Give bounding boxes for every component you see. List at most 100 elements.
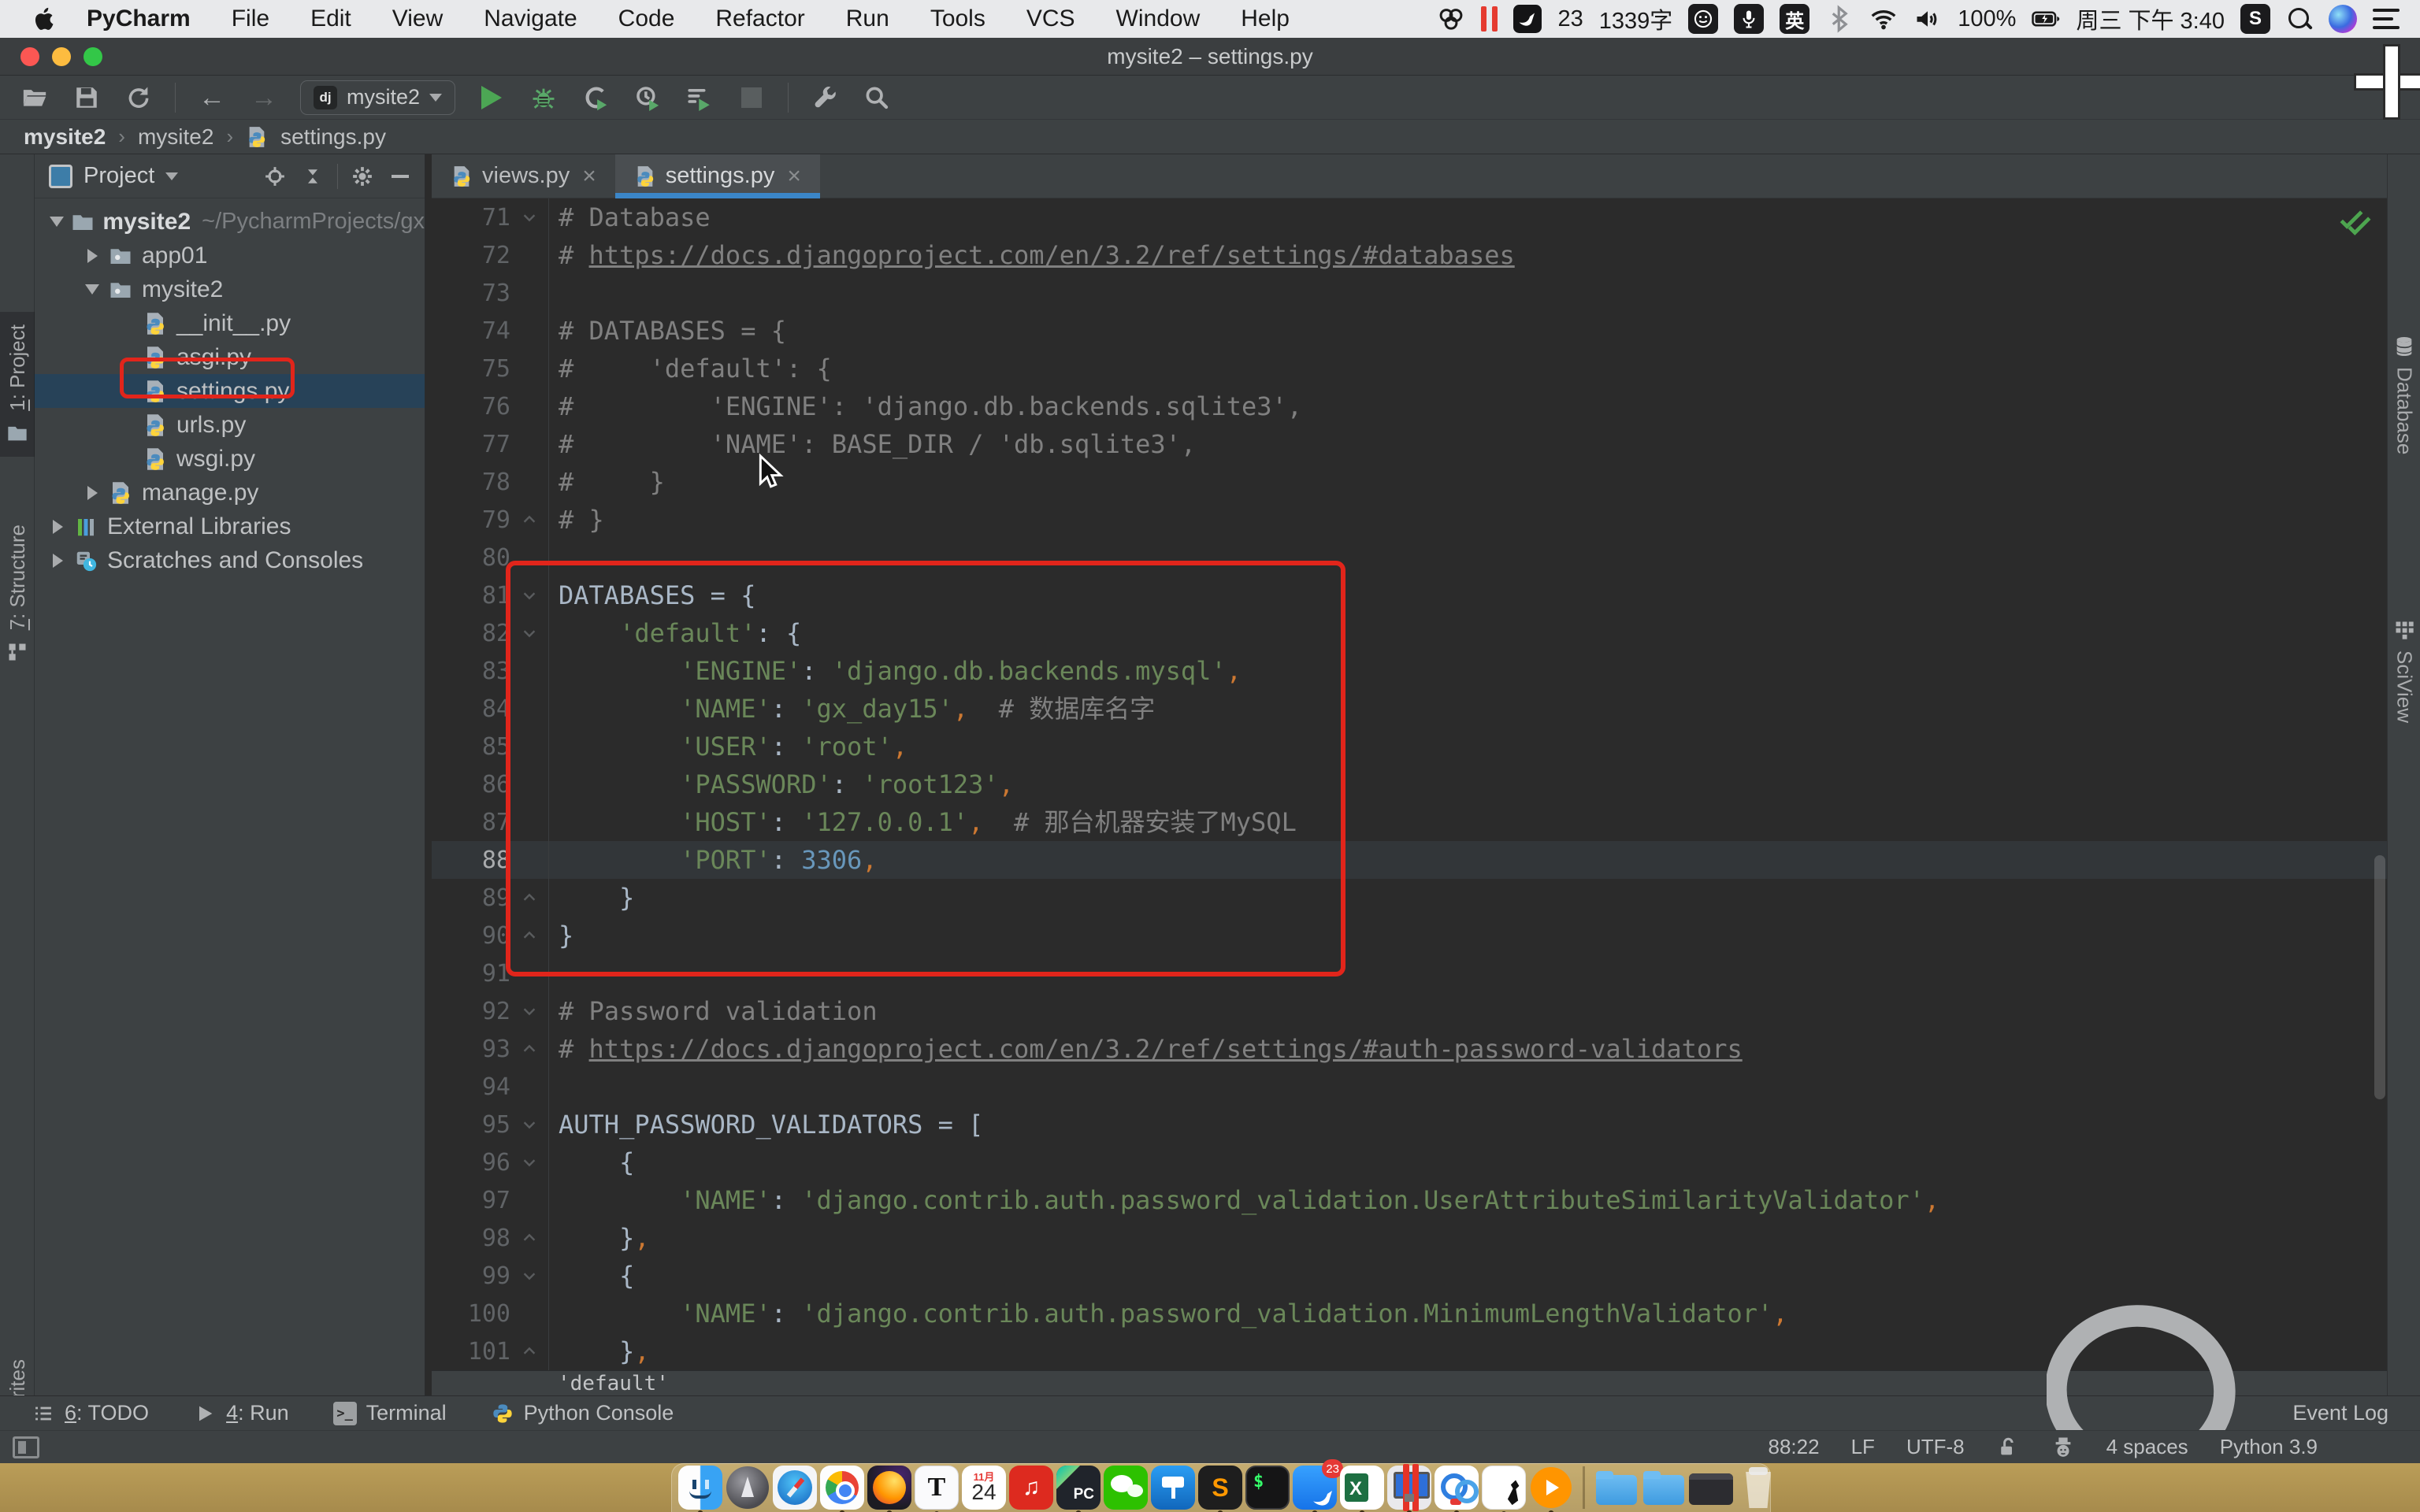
sync-button[interactable] <box>123 82 154 113</box>
tree-item-app01[interactable]: app01 <box>35 239 425 272</box>
chevron-expanded-icon[interactable] <box>46 217 67 227</box>
fold-marker-icon[interactable] <box>510 1154 548 1171</box>
tree-item-wsgi-py[interactable]: wsgi.py <box>35 442 425 476</box>
tool-tab-sciview[interactable]: SciView <box>2388 619 2420 723</box>
pause-icon[interactable] <box>1481 6 1498 32</box>
todo-toolwindow-button[interactable]: 6: TODO <box>32 1401 149 1425</box>
chevron-collapsed-icon[interactable] <box>46 520 69 534</box>
menu-window[interactable]: Window <box>1096 6 1221 32</box>
code-line-98[interactable]: 98 }, <box>432 1219 2387 1257</box>
dock-netease-music[interactable]: ♫ <box>1009 1466 1053 1510</box>
tab-views-py[interactable]: views.py× <box>432 154 615 198</box>
dock-calendar[interactable]: 11月24 <box>962 1466 1006 1510</box>
run-toolwindow-button[interactable]: 4: Run <box>193 1401 289 1425</box>
indent-setting[interactable]: 4 spaces <box>2106 1435 2188 1459</box>
minus-icon[interactable] <box>387 163 414 190</box>
fold-marker-icon[interactable] <box>510 1002 548 1020</box>
chevron-collapsed-icon[interactable] <box>80 249 104 263</box>
dock-chrome[interactable] <box>820 1466 864 1510</box>
fold-marker-icon[interactable] <box>510 1116 548 1133</box>
code-line-92[interactable]: 92# Password validation <box>432 992 2387 1030</box>
tree-item-mysite2[interactable]: mysite2~/PycharmProjects/gx <box>35 205 425 239</box>
menu-help[interactable]: Help <box>1220 6 1310 32</box>
locate-icon[interactable] <box>262 163 288 190</box>
tab-settings-py[interactable]: settings.py× <box>615 154 820 198</box>
code-line-74[interactable]: 74# DATABASES = { <box>432 312 2387 350</box>
wrench-button[interactable] <box>809 82 841 113</box>
chevron-collapsed-icon[interactable] <box>80 486 104 500</box>
dock-keynote[interactable] <box>1151 1466 1195 1510</box>
window-title-bar[interactable]: mysite2 – settings.py <box>0 38 2420 76</box>
menu-vcs[interactable]: VCS <box>1006 6 1096 32</box>
tool-tab-structure[interactable]: 7: Structure <box>0 524 35 663</box>
dock-sublime-text[interactable]: S <box>1198 1466 1242 1510</box>
search-everywhere-button[interactable] <box>861 82 893 113</box>
run-config-selector[interactable]: djmysite2 <box>300 80 455 115</box>
dock-typora[interactable]: T <box>915 1466 959 1510</box>
menu-lines-icon[interactable] <box>2373 9 2400 29</box>
volume-icon[interactable] <box>1913 5 1942 33</box>
collapse-icon[interactable] <box>299 163 326 190</box>
rerun-button[interactable] <box>684 82 715 113</box>
siri-icon[interactable] <box>2329 5 2357 33</box>
tree-item-external-libraries[interactable]: External Libraries <box>35 510 425 543</box>
code-line-73[interactable]: 73 <box>432 274 2387 312</box>
dock-finder[interactable] <box>678 1466 722 1510</box>
close-tab-icon[interactable]: × <box>582 163 596 190</box>
shottr-icon[interactable]: S <box>2240 4 2270 34</box>
editor-scrollbar[interactable] <box>2374 855 2385 1099</box>
dock-parallels-desktop[interactable] <box>1387 1466 1431 1510</box>
code-line-78[interactable]: 78# } <box>432 463 2387 501</box>
back-button[interactable]: ← <box>196 82 228 113</box>
fold-marker-icon[interactable] <box>510 1267 548 1284</box>
spotlight-icon[interactable] <box>2286 6 2313 32</box>
dock-excel[interactable]: X <box>1340 1466 1384 1510</box>
dock-pycharm[interactable]: PC <box>1056 1466 1101 1510</box>
tree-item-mysite2[interactable]: mysite2 <box>35 272 425 306</box>
dock-launchpad[interactable] <box>726 1466 770 1510</box>
unlock-icon[interactable] <box>1996 1436 2020 1459</box>
code-line-94[interactable]: 94 <box>432 1068 2387 1106</box>
tree-item--init-py[interactable]: __init__.py <box>35 306 425 340</box>
file-encoding[interactable]: UTF-8 <box>1906 1435 1965 1459</box>
run-button[interactable] <box>476 82 507 113</box>
dock-dingtalk[interactable]: 23 <box>1293 1466 1337 1510</box>
dock-trash[interactable] <box>1736 1466 1780 1510</box>
open-button[interactable] <box>19 82 50 113</box>
stop-button[interactable] <box>736 82 767 113</box>
tree-item-scratches-and-consoles[interactable]: Scratches and Consoles <box>35 543 425 577</box>
dock-terminal-app[interactable]: $ <box>1245 1466 1290 1510</box>
python-interpreter[interactable]: Python 3.9 <box>2220 1435 2318 1459</box>
fold-marker-icon[interactable] <box>510 511 548 528</box>
fold-marker-icon[interactable] <box>510 1229 548 1247</box>
debug-button[interactable] <box>528 82 559 113</box>
code-line-97[interactable]: 97 'NAME': 'django.contrib.auth.password… <box>432 1181 2387 1219</box>
chevron-expanded-icon[interactable] <box>80 284 104 295</box>
forward-button[interactable]: → <box>248 82 280 113</box>
bird-app-icon[interactable] <box>1513 5 1542 33</box>
code-line-95[interactable]: 95AUTH_PASSWORD_VALIDATORS = [ <box>432 1106 2387 1143</box>
code-line-79[interactable]: 79# } <box>432 501 2387 539</box>
menu-tools[interactable]: Tools <box>910 6 1006 32</box>
fold-marker-icon[interactable] <box>510 209 548 226</box>
menu-code[interactable]: Code <box>598 6 696 32</box>
close-tab-icon[interactable]: × <box>787 163 801 190</box>
code-line-72[interactable]: 72# https://docs.djangoproject.com/en/3.… <box>432 236 2387 274</box>
chevron-collapsed-icon[interactable] <box>46 554 69 568</box>
tool-tab-database[interactable]: Database <box>2388 335 2420 454</box>
menu-view[interactable]: View <box>372 6 463 32</box>
fold-marker-icon[interactable] <box>510 1343 548 1360</box>
dock-orange-tv[interactable] <box>1529 1466 1573 1510</box>
save-button[interactable] <box>71 82 102 113</box>
dictation-icon[interactable] <box>1734 4 1764 34</box>
menu-file[interactable]: File <box>211 6 290 32</box>
coverage-button[interactable] <box>580 82 611 113</box>
python-console-toolwindow-button[interactable]: Python Console <box>491 1401 674 1425</box>
menu-navigate[interactable]: Navigate <box>463 6 597 32</box>
dock-folder-windows[interactable] <box>1642 1466 1686 1510</box>
caret-position[interactable]: 88:22 <box>1769 1435 1820 1459</box>
code-line-77[interactable]: 77# 'NAME': BASE_DIR / 'db.sqlite3', <box>432 425 2387 463</box>
profiler-button[interactable] <box>632 82 663 113</box>
terminal-toolwindow-button[interactable]: >_Terminal <box>333 1401 447 1425</box>
fold-marker-icon[interactable] <box>510 1040 548 1058</box>
